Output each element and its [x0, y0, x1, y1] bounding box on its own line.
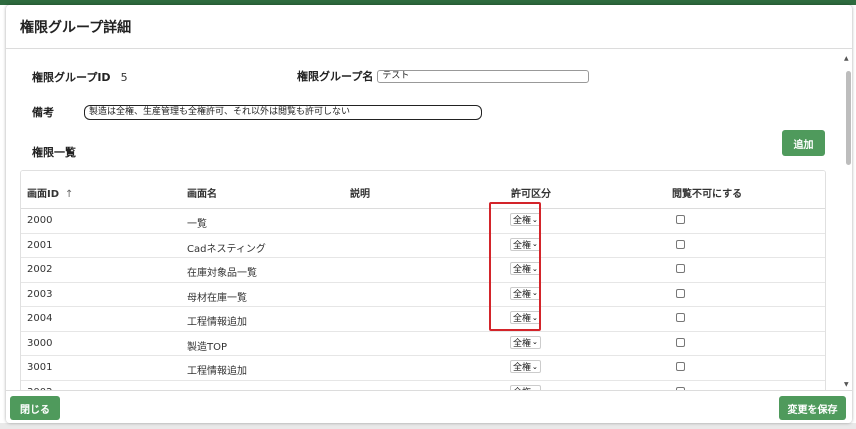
column-screen-name[interactable]: 画面名 — [187, 185, 217, 200]
permission-select[interactable]: 全権⌄ — [510, 360, 541, 373]
table-header: 画面ID ↑ 画面名 説明 許可区分 閲覧不可にする — [21, 171, 825, 209]
permission-select[interactable]: 全権⌄ — [510, 335, 541, 349]
dialog-scrollbar[interactable]: ▲ ▼ — [842, 55, 852, 390]
close-button[interactable]: 閉じる — [10, 396, 60, 420]
cell-screen-id: 3000 — [27, 337, 53, 349]
chevron-down-icon: ⌄ — [532, 362, 538, 371]
permission-list-heading: 権限一覧 — [32, 146, 76, 159]
add-button[interactable]: 追加 — [782, 130, 825, 156]
memo-field: 備考 製造は全権、生産管理も全権許可、それ以外は閲覧も許可しない — [32, 104, 482, 120]
permission-select[interactable]: 全権⌄ — [510, 237, 541, 251]
group-name-field: 権限グループ名 テスト — [297, 68, 590, 84]
cell-screen-name: 在庫対象品一覧 — [187, 268, 257, 279]
disable-view-checkbox[interactable] — [676, 313, 685, 322]
column-permission[interactable]: 許可区分 — [511, 185, 551, 200]
table-row: 2001 Cadネスティング 全権 ⌄ — [21, 234, 825, 258]
permission-list-heading-wrap: 権限一覧 — [32, 144, 76, 160]
permission-group-dialog: 権限グループ詳細 権限グループID 5 権限グループ名 テスト 備考 製造は全権… — [6, 5, 852, 423]
group-id-field: 権限グループID 5 — [32, 69, 128, 85]
table-row: 3000 製造TOP 全権 ⌄ — [21, 332, 825, 356]
permission-select[interactable]: 全権⌄ — [510, 262, 541, 275]
cell-screen-name: 母材在庫一覧 — [187, 292, 247, 304]
permission-select-value: 全権 — [513, 265, 532, 275]
chevron-down-icon: ⌄ — [532, 215, 538, 224]
cell-screen-name: Cadネスティング — [187, 243, 266, 255]
table-row: 3001 工程情報追加 全権 ⌄ — [21, 356, 825, 381]
dialog-title: 権限グループ詳細 — [20, 19, 132, 36]
chevron-down-icon: ⌄ — [532, 264, 538, 273]
group-id-label: 権限グループID — [32, 71, 111, 84]
cell-screen-name: 一覧 — [187, 219, 207, 230]
table-row: 2000 一覧 全権 ⌄ — [21, 209, 825, 234]
cell-screen-name: 製造TOP — [187, 341, 228, 353]
dialog-footer: 閉じる 変更を保存 — [6, 390, 852, 423]
permission-select-value: 全権 — [513, 314, 532, 324]
disable-view-checkbox[interactable] — [676, 264, 685, 273]
permission-select[interactable]: 全権⌄ — [510, 311, 541, 324]
sort-ascending-icon[interactable]: ↑ — [65, 189, 73, 200]
scroll-down-icon[interactable]: ▼ — [844, 381, 849, 388]
chevron-down-icon: ⌄ — [532, 313, 538, 322]
cell-screen-id: 2002 — [27, 264, 53, 275]
chevron-down-icon: ⌄ — [532, 338, 538, 346]
chevron-down-icon: ⌄ — [532, 289, 538, 297]
disable-view-checkbox[interactable] — [676, 215, 685, 224]
permission-select-value: 全権 — [513, 289, 532, 300]
permission-select-value: 全権 — [513, 240, 532, 251]
permission-select[interactable]: 全権⌄ — [510, 213, 541, 226]
chevron-down-icon: ⌄ — [532, 240, 538, 248]
cell-screen-name: 工程情報追加 — [187, 366, 247, 377]
cell-screen-id: 2004 — [27, 313, 53, 324]
cell-screen-id: 2003 — [27, 288, 53, 300]
column-screen-id-label: 画面ID — [27, 189, 60, 200]
save-changes-button[interactable]: 変更を保存 — [779, 396, 846, 420]
cell-screen-id: 3001 — [27, 362, 53, 373]
cell-screen-name: 工程情報追加 — [187, 317, 247, 328]
column-screen-id[interactable]: 画面ID ↑ — [27, 185, 73, 200]
table-row: 2002 在庫対象品一覧 全権 ⌄ — [21, 258, 825, 283]
column-disable-view[interactable]: 閲覧不可にする — [672, 185, 742, 200]
column-description[interactable]: 説明 — [350, 185, 370, 200]
background-app-footer — [0, 423, 856, 429]
scrollbar-thumb[interactable] — [846, 71, 851, 165]
permission-select-value: 全権 — [513, 338, 532, 349]
permission-table: 画面ID ↑ 画面名 説明 許可区分 閲覧不可にする 2000 一覧 全権 ⌄ 2001 C… — [20, 170, 826, 390]
table-row: 2004 工程情報追加 全権 ⌄ — [21, 307, 825, 332]
group-name-input[interactable]: テスト — [377, 69, 590, 83]
scroll-up-icon[interactable]: ▲ — [844, 55, 849, 62]
permission-select-value: 全権 — [513, 363, 532, 373]
table-row: 2003 母材在庫一覧 全権 ⌄ — [21, 283, 825, 307]
dialog-body[interactable]: 権限グループID 5 権限グループ名 テスト 備考 製造は全権、生産管理も全権許… — [6, 50, 852, 390]
cell-screen-id: 2000 — [27, 215, 53, 226]
disable-view-checkbox[interactable] — [676, 239, 685, 249]
permission-select-value: 全権 — [513, 216, 532, 226]
table-row: 3002本社一次切断全権⌄ — [21, 381, 825, 390]
group-id-value: 5 — [120, 70, 128, 84]
memo-input[interactable]: 製造は全権、生産管理も全権許可、それ以外は閲覧も許可しない — [84, 104, 482, 120]
disable-view-checkbox[interactable] — [676, 362, 685, 371]
cell-screen-id: 2001 — [27, 239, 53, 251]
memo-label: 備考 — [32, 106, 54, 119]
disable-view-checkbox[interactable] — [676, 337, 685, 347]
disable-view-checkbox[interactable] — [676, 288, 685, 298]
dialog-header: 権限グループ詳細 — [6, 5, 852, 49]
group-name-label: 権限グループ名 — [297, 70, 374, 83]
permission-select[interactable]: 全権⌄ — [510, 286, 541, 300]
